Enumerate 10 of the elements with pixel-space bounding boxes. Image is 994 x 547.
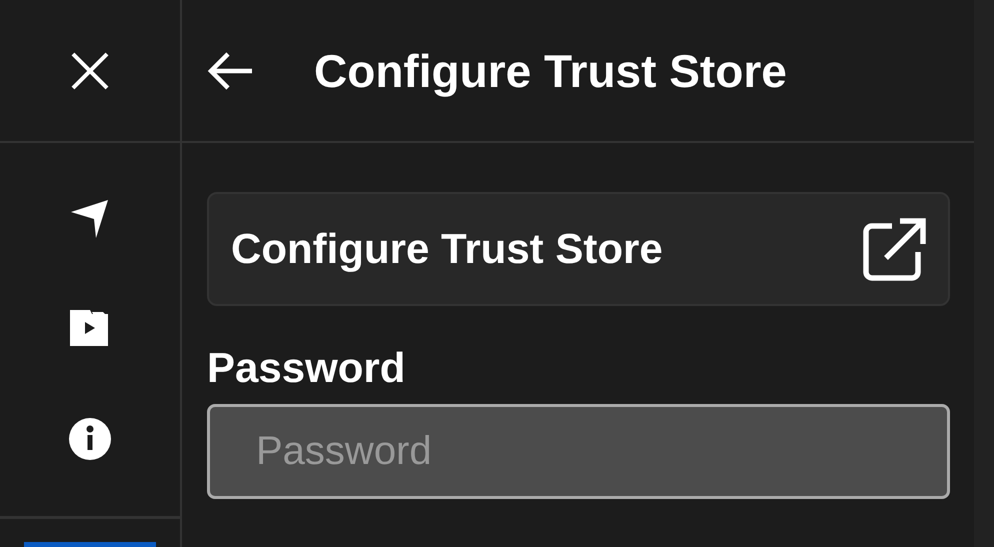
back-arrow-icon[interactable] xyxy=(206,50,254,90)
page-title: Configure Trust Store xyxy=(314,44,787,98)
video-folder-icon[interactable] xyxy=(70,310,110,346)
info-icon[interactable] xyxy=(69,418,111,460)
configure-trust-store-button[interactable]: Configure Trust Store xyxy=(207,192,950,306)
close-button[interactable] xyxy=(70,50,110,90)
password-label: Password xyxy=(207,344,406,392)
external-link-icon xyxy=(862,216,928,282)
navigation-arrow-icon[interactable] xyxy=(70,198,110,238)
password-field[interactable]: Password xyxy=(207,404,950,499)
